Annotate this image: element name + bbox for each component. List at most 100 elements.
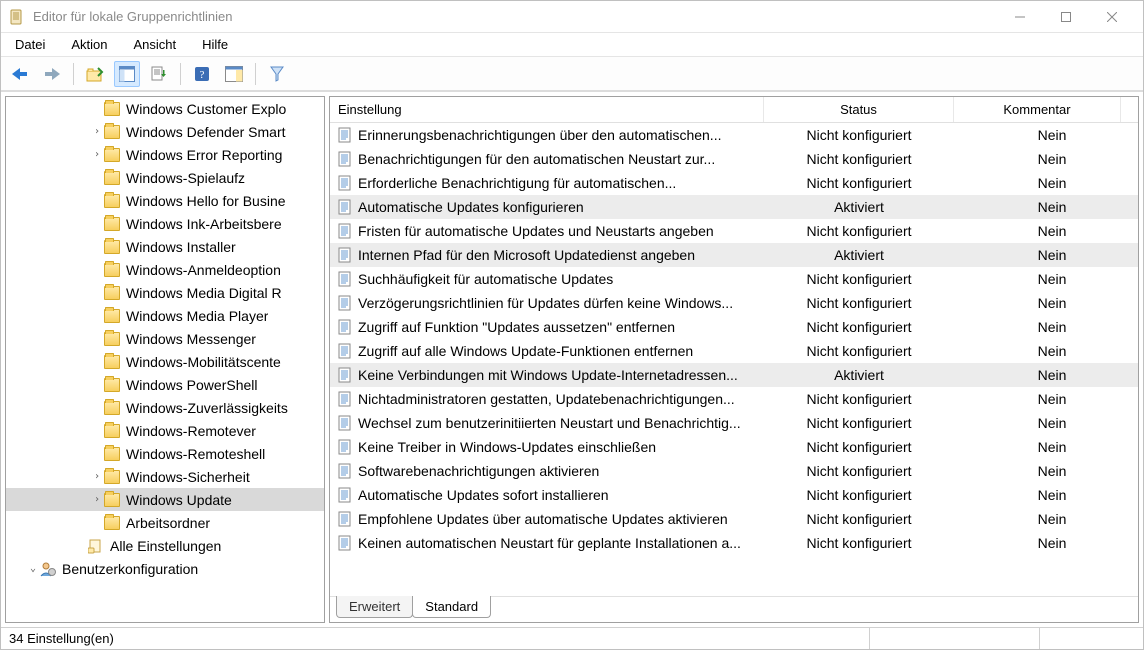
policy-row[interactable]: Automatische Updates sofort installieren…: [330, 483, 1138, 507]
tree-item-user-config[interactable]: ⌄Benutzerkonfiguration: [6, 557, 324, 580]
menu-action[interactable]: Aktion: [67, 35, 111, 54]
tree-view[interactable]: Windows Customer Explo›Windows Defender …: [6, 97, 324, 622]
folder-icon: [104, 355, 120, 369]
tree-item[interactable]: › Windows Error Reporting: [6, 143, 324, 166]
tree-item[interactable]: › Windows-Sicherheit: [6, 465, 324, 488]
help-button[interactable]: ?: [189, 61, 215, 87]
tree-item[interactable]: ›Windows Defender Smart: [6, 120, 324, 143]
expander-icon[interactable]: ›: [90, 126, 104, 137]
policy-name-cell: Fristen für automatische Updates und Neu…: [330, 223, 764, 239]
policy-row[interactable]: Zugriff auf Funktion "Updates aussetzen"…: [330, 315, 1138, 339]
tree-item[interactable]: Windows Installer: [6, 235, 324, 258]
policy-name-label: Automatische Updates konfigurieren: [358, 199, 584, 215]
tree-item-label: Windows Error Reporting: [126, 147, 282, 163]
tree-item[interactable]: Windows-Spielaufz: [6, 166, 324, 189]
tree-item[interactable]: Windows-Anmeldeoption: [6, 258, 324, 281]
menu-help[interactable]: Hilfe: [198, 35, 232, 54]
tree-item[interactable]: Windows Media Player: [6, 304, 324, 327]
tree-item[interactable]: Windows Messenger: [6, 327, 324, 350]
policy-name-label: Erforderliche Benachrichtigung für autom…: [358, 175, 676, 191]
expander-icon[interactable]: ⌄: [26, 563, 40, 574]
minimize-button[interactable]: [997, 2, 1043, 32]
policy-row[interactable]: Benachrichtigungen für den automatischen…: [330, 147, 1138, 171]
policy-name-label: Empfohlene Updates über automatische Upd…: [358, 511, 728, 527]
menu-view[interactable]: Ansicht: [130, 35, 181, 54]
maximize-button[interactable]: [1043, 2, 1089, 32]
policy-row[interactable]: Keinen automatischen Neustart für geplan…: [330, 531, 1138, 555]
tree-item[interactable]: Windows-Mobilitätscente: [6, 350, 324, 373]
preview-button[interactable]: [221, 61, 247, 87]
policy-row[interactable]: Fristen für automatische Updates und Neu…: [330, 219, 1138, 243]
col-header-comment[interactable]: Kommentar: [954, 97, 1121, 122]
policy-name-label: Wechsel zum benutzerinitiierten Neustart…: [358, 415, 741, 431]
policy-row[interactable]: Keine Verbindungen mit Windows Update-In…: [330, 363, 1138, 387]
tree-item[interactable]: Windows Hello for Busine: [6, 189, 324, 212]
tree-item[interactable]: Windows Customer Explo: [6, 97, 324, 120]
policy-icon: [338, 415, 352, 431]
close-button[interactable]: [1089, 2, 1135, 32]
window-title: Editor für lokale Gruppenrichtlinien: [33, 9, 997, 24]
folder-icon: [104, 102, 120, 116]
policy-row[interactable]: Empfohlene Updates über automatische Upd…: [330, 507, 1138, 531]
tree-item[interactable]: Arbeitsordner: [6, 511, 324, 534]
back-button[interactable]: [7, 61, 33, 87]
policy-icon: [338, 367, 352, 383]
policy-comment-cell: Nein: [954, 487, 1138, 503]
policy-row[interactable]: Internen Pfad für den Microsoft Updatedi…: [330, 243, 1138, 267]
user-icon: [40, 561, 56, 577]
up-level-button[interactable]: [82, 61, 108, 87]
tree-item-label: Windows-Mobilitätscente: [126, 354, 281, 370]
policy-status-cell: Nicht konfiguriert: [764, 439, 954, 455]
settings-list[interactable]: Erinnerungsbenachrichtigungen über den a…: [330, 123, 1138, 596]
app-icon: [9, 9, 25, 25]
policy-row[interactable]: Verzögerungsrichtlinien für Updates dürf…: [330, 291, 1138, 315]
policy-row[interactable]: Zugriff auf alle Windows Update-Funktion…: [330, 339, 1138, 363]
tree-item[interactable]: ›Windows Update: [6, 488, 324, 511]
filter-button[interactable]: [264, 61, 290, 87]
policy-row[interactable]: Automatische Updates konfigurierenAktivi…: [330, 195, 1138, 219]
tree-item[interactable]: Windows Ink-Arbeitsbere: [6, 212, 324, 235]
tree-item-label: Windows-Sicherheit: [126, 469, 250, 485]
tree-item-label: Windows Hello for Busine: [126, 193, 286, 209]
policy-icon: [338, 271, 352, 287]
tree-item[interactable]: Windows-Remotever: [6, 419, 324, 442]
show-tree-button[interactable]: [114, 61, 140, 87]
policy-name-cell: Benachrichtigungen für den automatischen…: [330, 151, 764, 167]
policy-icon: [338, 487, 352, 503]
policy-row[interactable]: Softwarebenachrichtigungen aktivierenNic…: [330, 459, 1138, 483]
policy-row[interactable]: Erforderliche Benachrichtigung für autom…: [330, 171, 1138, 195]
policy-row[interactable]: Erinnerungsbenachrichtigungen über den a…: [330, 123, 1138, 147]
policy-comment-cell: Nein: [954, 511, 1138, 527]
expander-icon[interactable]: ›: [90, 494, 104, 505]
view-tabs: Erweitert Standard: [330, 596, 1138, 622]
tab-standard[interactable]: Standard: [412, 596, 491, 618]
policy-status-cell: Nicht konfiguriert: [764, 343, 954, 359]
policy-row[interactable]: Nichtadministratoren gestatten, Updatebe…: [330, 387, 1138, 411]
expander-icon[interactable]: ›: [90, 471, 104, 482]
expander-icon[interactable]: ›: [90, 149, 104, 160]
forward-button[interactable]: [39, 61, 65, 87]
policy-name-cell: Automatische Updates sofort installieren: [330, 487, 764, 503]
tree-item[interactable]: Windows-Remoteshell: [6, 442, 324, 465]
policy-row[interactable]: Keine Treiber in Windows-Updates einschl…: [330, 435, 1138, 459]
menu-file[interactable]: Datei: [11, 35, 49, 54]
policy-row[interactable]: Suchhäufigkeit für automatische UpdatesN…: [330, 267, 1138, 291]
policy-icon: [338, 535, 352, 551]
tree-item[interactable]: Windows-Zuverlässigkeits: [6, 396, 324, 419]
policy-comment-cell: Nein: [954, 127, 1138, 143]
tab-extended[interactable]: Erweitert: [336, 596, 413, 618]
policy-row[interactable]: Wechsel zum benutzerinitiierten Neustart…: [330, 411, 1138, 435]
col-header-setting[interactable]: Einstellung: [330, 97, 764, 122]
list-header: Einstellung Status Kommentar: [330, 97, 1138, 123]
policy-comment-cell: Nein: [954, 175, 1138, 191]
policy-comment-cell: Nein: [954, 535, 1138, 551]
tree-item-all-settings[interactable]: Alle Einstellungen: [6, 534, 324, 557]
folder-icon: [104, 263, 120, 277]
tree-item[interactable]: Windows Media Digital R: [6, 281, 324, 304]
col-header-status[interactable]: Status: [764, 97, 954, 122]
folder-icon: [104, 217, 120, 231]
policy-status-cell: Nicht konfiguriert: [764, 295, 954, 311]
tree-item[interactable]: Windows PowerShell: [6, 373, 324, 396]
export-list-button[interactable]: [146, 61, 172, 87]
folder-icon: [104, 378, 120, 392]
